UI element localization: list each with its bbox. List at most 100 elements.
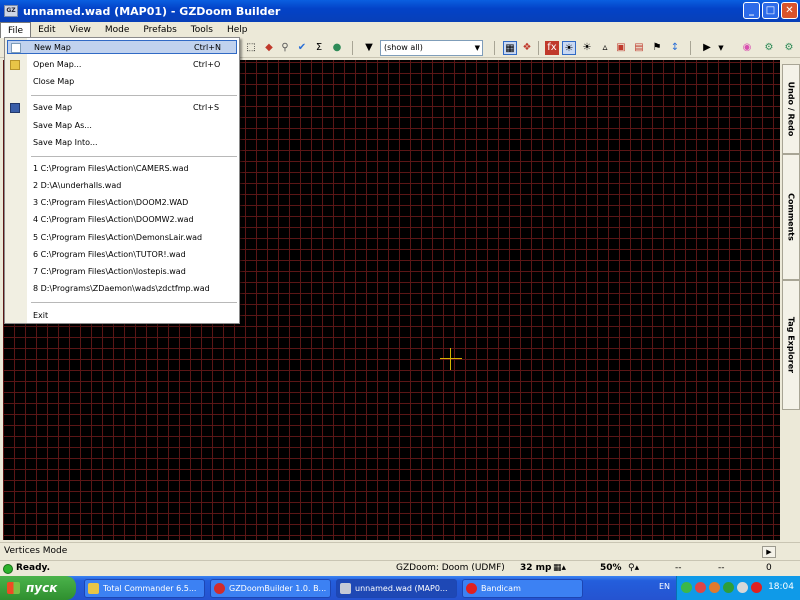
skybox-icon[interactable]: ▣ — [614, 41, 628, 55]
tab-label: Undo / Redo — [786, 81, 796, 137]
play-chevron-down-icon[interactable]: ▼ — [714, 41, 728, 55]
menu-bar: File Edit View Mode Prefabs Tools Help — [0, 22, 800, 38]
menu-item-recent-3[interactable]: 3 C:\Program Files\Action\DOOM2.WAD — [7, 196, 237, 210]
menu-prefabs[interactable]: Prefabs — [136, 22, 183, 38]
menu-item-shortcut: Ctrl+N — [194, 43, 221, 52]
menu-file[interactable]: File — [0, 22, 32, 38]
docker-panel: Undo / Redo Comments Tag Explorer — [782, 60, 800, 540]
shield-icon[interactable] — [723, 582, 734, 593]
coord-y: -- — [718, 563, 725, 573]
opera-icon — [214, 583, 225, 594]
plugin-icon[interactable]: ⚙ — [762, 41, 776, 55]
toolbar-separator — [690, 41, 691, 55]
find-icon[interactable]: ⚲ — [278, 41, 292, 55]
start-button[interactable]: пуск — [0, 576, 76, 600]
select-tool-icon[interactable]: ⬚ — [244, 41, 258, 55]
task-total-commander[interactable]: Total Commander 6.5... — [84, 579, 205, 598]
actor-icon[interactable]: ⚑ — [650, 41, 664, 55]
tab-tag-explorer[interactable]: Tag Explorer — [782, 280, 800, 410]
task-label: Total Commander 6.5... — [103, 584, 197, 593]
menu-edit[interactable]: Edit — [31, 22, 62, 38]
sum-icon[interactable]: Σ — [312, 41, 326, 55]
menu-item-exit[interactable]: Exit — [7, 309, 237, 323]
menu-item-label: 4 C:\Program Files\Action\DOOMW2.wad — [33, 215, 194, 224]
texture-icon[interactable]: ❖ — [520, 41, 534, 55]
task-bandicam[interactable]: Bandicam — [462, 579, 583, 598]
check-icon[interactable]: ✔ — [295, 41, 309, 55]
color-wheel-icon[interactable]: ◉ — [740, 41, 754, 55]
tab-undo-redo[interactable]: Undo / Redo — [782, 64, 800, 154]
zoom-level[interactable]: 50% — [600, 563, 622, 573]
clock[interactable]: 18:04 — [768, 582, 794, 592]
tab-comments[interactable]: Comments — [782, 154, 800, 280]
menu-separator — [31, 95, 237, 96]
toolbar-separator — [494, 41, 495, 55]
menu-item-new-map[interactable]: New Map Ctrl+N — [7, 40, 237, 54]
open-folder-icon — [10, 60, 20, 70]
task-label: GZDoomBuilder 1.0. B... — [229, 584, 327, 593]
height-icon[interactable]: ↕ — [668, 41, 682, 55]
model-icon[interactable]: ▵ — [598, 41, 612, 55]
menu-separator — [31, 156, 237, 157]
menu-tools[interactable]: Tools — [184, 22, 220, 38]
menu-item-label: 7 C:\Program Files\Action\lostepis.wad — [33, 267, 186, 276]
menu-help[interactable]: Help — [220, 22, 255, 38]
menu-item-label: Open Map... — [33, 60, 82, 69]
start-label: пуск — [26, 581, 58, 595]
app-icon[interactable]: GZ — [4, 5, 18, 17]
task-unnamed-wad[interactable]: unnamed.wad (MAP0... — [336, 579, 457, 598]
menu-item-recent-8[interactable]: 8 D:\Programs\ZDaemon\wads\zdctfmp.wad — [7, 282, 237, 296]
network-icon[interactable] — [681, 582, 692, 593]
menu-item-save-map-into[interactable]: Save Map Into... — [7, 136, 237, 150]
filter-icon[interactable]: ▼ — [362, 41, 376, 55]
menu-item-recent-5[interactable]: 5 C:\Program Files\Action\DemonsLair.wad — [7, 231, 237, 245]
menu-item-recent-1[interactable]: 1 C:\Program Files\Action\CAMERS.wad — [7, 162, 237, 176]
language-indicator[interactable]: EN — [659, 582, 670, 591]
menu-item-recent-4[interactable]: 4 C:\Program Files\Action\DOOMW2.wad — [7, 213, 237, 227]
close-button[interactable]: ✕ — [781, 2, 798, 19]
grid-chevron-icon[interactable]: ▦▴ — [553, 563, 566, 573]
scroll-right-button[interactable]: ▶ — [762, 546, 776, 558]
minimize-button[interactable]: _ — [743, 2, 760, 19]
selection-count: 0 — [766, 563, 772, 573]
window-title: unnamed.wad (MAP01) - GZDoom Builder — [23, 4, 281, 18]
menu-view[interactable]: View — [63, 22, 98, 38]
sound-icon[interactable]: ▤ — [632, 41, 646, 55]
menu-item-label: Save Map Into... — [33, 138, 98, 147]
light-icon[interactable]: ☀ — [562, 41, 576, 55]
menu-item-label: 5 C:\Program Files\Action\DemonsLair.wad — [33, 233, 203, 242]
script-icon[interactable]: ● — [330, 41, 344, 55]
menu-item-recent-6[interactable]: 6 C:\Program Files\Action\TUTOR!.wad — [7, 248, 237, 262]
menu-item-recent-2[interactable]: 2 D:\A\underhalls.wad — [7, 179, 237, 193]
security-icon[interactable] — [695, 582, 706, 593]
menu-item-save-map-as[interactable]: Save Map As... — [7, 119, 237, 133]
prefab-icon[interactable]: ◆ — [262, 41, 276, 55]
plugin2-icon[interactable]: ⚙ — [782, 41, 796, 55]
toolbar-separator — [352, 41, 353, 55]
zoom-icon[interactable]: ⚲▴ — [628, 563, 639, 573]
tab-label: Tag Explorer — [786, 316, 796, 374]
filter-select[interactable]: (show all) ▼ — [380, 40, 483, 56]
menu-mode[interactable]: Mode — [98, 22, 137, 38]
bandicam-tray-icon[interactable] — [751, 582, 762, 593]
menu-item-recent-7[interactable]: 7 C:\Program Files\Action\lostepis.wad — [7, 265, 237, 279]
grid-icon[interactable]: ▦ — [503, 41, 517, 55]
new-file-icon — [11, 43, 21, 53]
chevron-down-icon: ▼ — [474, 44, 480, 52]
menu-item-close-map[interactable]: Close Map — [7, 75, 237, 89]
menu-item-save-map[interactable]: Save Map Ctrl+S — [7, 101, 237, 115]
menu-item-label: New Map — [34, 43, 71, 52]
menu-item-label: 1 C:\Program Files\Action\CAMERS.wad — [33, 164, 189, 173]
volume-icon[interactable] — [737, 582, 748, 593]
record-icon — [466, 583, 477, 594]
opera-tray-icon[interactable] — [709, 582, 720, 593]
menu-item-open-map[interactable]: Open Map... Ctrl+O — [7, 58, 237, 72]
dynamic-light-icon[interactable]: ☀ — [580, 41, 594, 55]
fx-icon[interactable]: fx — [545, 41, 559, 55]
tab-label: Comments — [786, 193, 796, 241]
play-icon[interactable]: ▶ — [700, 41, 714, 55]
grid-size[interactable]: 32 mp — [520, 563, 551, 573]
maximize-button[interactable]: □ — [762, 2, 779, 19]
engine-label[interactable]: GZDoom: Doom (UDMF) — [396, 563, 505, 573]
task-gzdoombuilder[interactable]: GZDoomBuilder 1.0. B... — [210, 579, 331, 598]
